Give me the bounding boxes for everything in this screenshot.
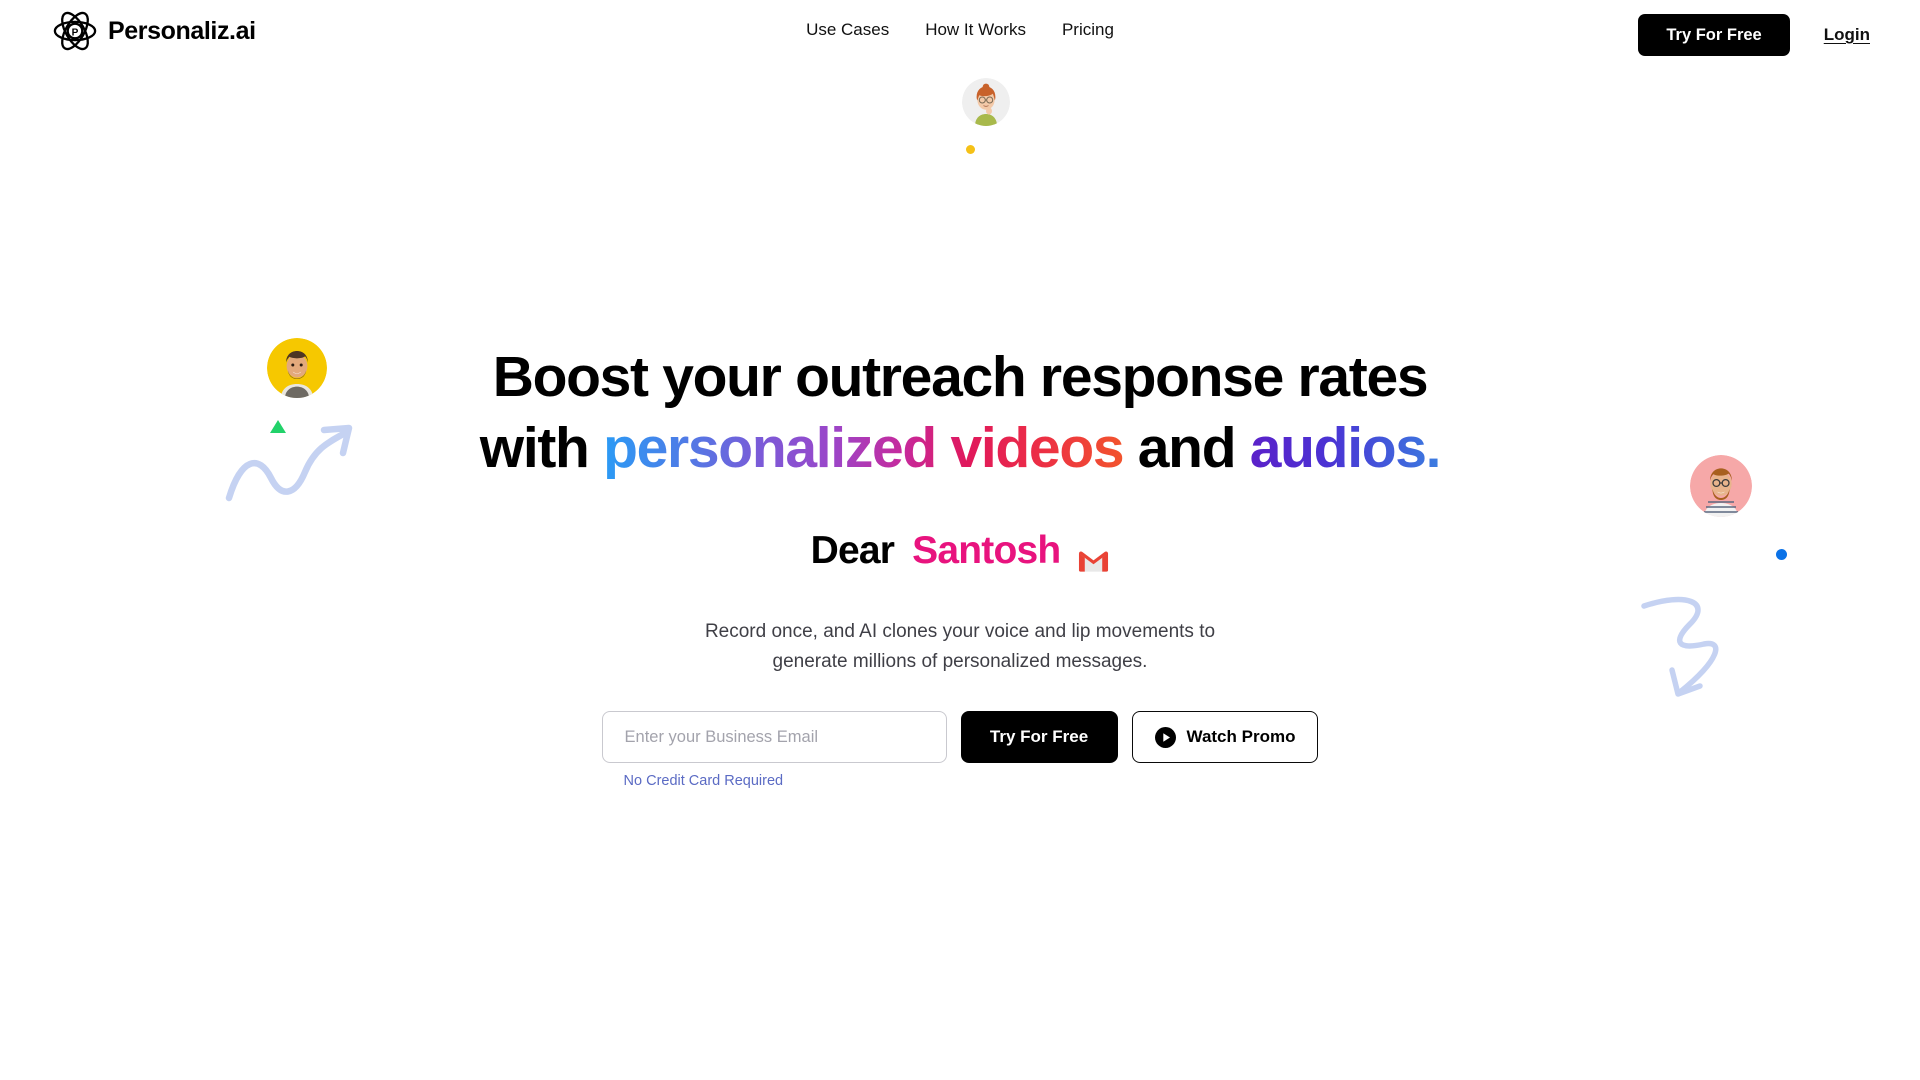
main-nav: Use Cases How It Works Pricing: [806, 20, 1114, 40]
site-header: P Personaliz.ai Use Cases How It Works P…: [0, 0, 1920, 72]
watch-promo-label: Watch Promo: [1186, 727, 1296, 747]
hero-subtitle: Record once, and AI clones your voice an…: [705, 617, 1215, 677]
headline-gradient-audios: audios.: [1249, 415, 1442, 480]
page-title: Boost your outreach response rates with …: [479, 342, 1442, 483]
headline-line-2-pre: with: [479, 415, 604, 480]
nav-try-for-free-button[interactable]: Try For Free: [1638, 14, 1790, 56]
nav-link-use-cases[interactable]: Use Cases: [806, 20, 889, 40]
header-actions: Try For Free Login: [1638, 14, 1870, 56]
greeting-word: Dear: [810, 529, 895, 573]
play-icon: [1154, 726, 1176, 748]
hero-try-for-free-button[interactable]: Try For Free: [960, 711, 1118, 764]
brand-logo[interactable]: P Personaliz.ai: [52, 8, 256, 54]
subtitle-line-1: Record once, and AI clones your voice an…: [704, 621, 1216, 643]
headline-line-1: Boost your outreach response rates: [492, 345, 1429, 409]
greeting-name: Santosh: [912, 529, 1061, 573]
watch-promo-button[interactable]: Watch Promo: [1131, 711, 1319, 764]
signup-form-row: Try For Free Watch Promo: [601, 711, 1319, 764]
no-credit-card-note: No Credit Card Required: [623, 773, 784, 790]
subtitle-line-2: generate millions of personalized messag…: [772, 651, 1148, 673]
gmail-icon: [1078, 539, 1109, 572]
hero-section: Boost your outreach response rates with …: [0, 72, 1920, 1080]
greeting-line: Dear Santosh: [811, 529, 1110, 573]
nav-link-pricing[interactable]: Pricing: [1062, 20, 1114, 40]
atom-icon: P: [52, 8, 98, 54]
login-link[interactable]: Login: [1824, 25, 1870, 45]
signup-form: Try For Free Watch Promo No Credit Card …: [601, 677, 1319, 790]
email-field[interactable]: [601, 711, 947, 764]
headline-line-2-mid: and: [1123, 415, 1250, 480]
brand-name: Personaliz.ai: [108, 16, 256, 45]
nav-link-how-it-works[interactable]: How It Works: [925, 20, 1026, 40]
svg-text:P: P: [72, 27, 79, 38]
headline-gradient-videos: personalized videos: [603, 415, 1124, 480]
